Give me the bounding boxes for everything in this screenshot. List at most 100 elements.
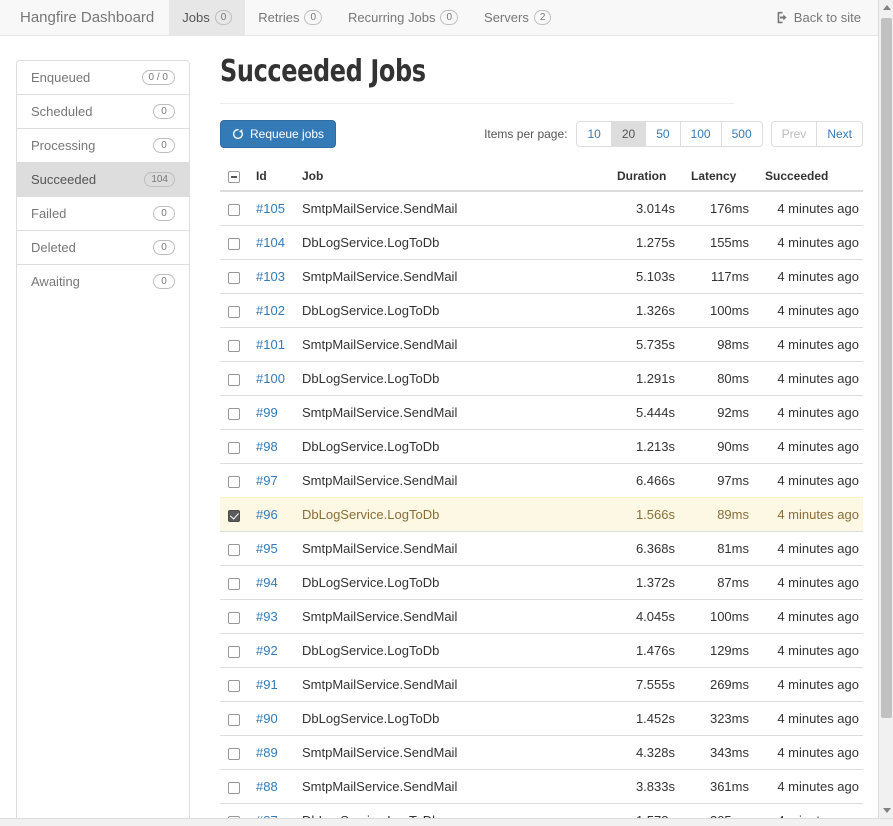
nav-tab-jobs[interactable]: Jobs 0 — [169, 0, 246, 35]
row-latency-cell: 176ms — [709, 201, 749, 216]
job-id-link[interactable]: #93 — [256, 609, 278, 624]
row-id-cell: #105 — [248, 191, 294, 226]
scrollbar-thumb[interactable] — [881, 18, 892, 718]
row-checkbox[interactable] — [228, 543, 240, 556]
top-prev-button[interactable]: Prev — [770, 120, 818, 148]
row-duration-cell: 1.452s — [609, 701, 683, 736]
table-row[interactable]: #101 SmtpMailService.SendMail 5.735s 98ms 4 … — [220, 327, 863, 362]
per-page-option-20[interactable]: 20 — [611, 120, 647, 148]
row-select-cell — [220, 395, 248, 430]
sidebar-item-processing[interactable]: Processing 0 — [17, 129, 189, 163]
per-page-option-100[interactable]: 100 — [680, 120, 722, 148]
job-id-link[interactable]: #89 — [256, 745, 278, 760]
job-id-link[interactable]: #97 — [256, 473, 278, 488]
table-row[interactable]: #103 SmtpMailService.SendMail 5.103s 117ms 4… — [220, 259, 863, 294]
sidebar-item-succeeded[interactable]: Succeeded 104 — [17, 163, 189, 197]
table-row[interactable]: #96 DbLogService.LogToDb 1.566s 89ms 4 minut… — [220, 497, 863, 532]
row-duration-cell: 3.833s — [609, 769, 683, 804]
job-id-link[interactable]: #104 — [256, 235, 285, 250]
job-id-link[interactable]: #94 — [256, 575, 278, 590]
table-row[interactable]: #104 DbLogService.LogToDb 1.275s 155ms 4 min… — [220, 225, 863, 260]
row-checkbox[interactable] — [228, 407, 240, 420]
job-id-link[interactable]: #96 — [256, 507, 278, 522]
table-row[interactable]: #95 SmtpMailService.SendMail 6.368s 81ms 4 m… — [220, 531, 863, 566]
sidebar-item-deleted[interactable]: Deleted 0 — [17, 231, 189, 265]
job-id-link[interactable]: #99 — [256, 405, 278, 420]
job-id-link[interactable]: #92 — [256, 643, 278, 658]
job-id-link[interactable]: #91 — [256, 677, 278, 692]
nav-tab-servers[interactable]: Servers 2 — [471, 0, 564, 35]
row-checkbox[interactable] — [228, 475, 240, 488]
table-row[interactable]: #92 DbLogService.LogToDb 1.476s 129ms 4 minu… — [220, 633, 863, 668]
row-checkbox[interactable] — [228, 237, 240, 250]
row-checkbox[interactable] — [228, 679, 240, 692]
job-id-link[interactable]: #105 — [256, 201, 285, 216]
table-row[interactable]: #98 DbLogService.LogToDb 1.213s 90ms 4 minut… — [220, 429, 863, 464]
per-page-option-50[interactable]: 50 — [646, 120, 681, 148]
job-id-link[interactable]: #98 — [256, 439, 278, 454]
nav-tab-recurring-jobs[interactable]: Recurring Jobs 0 — [335, 0, 471, 35]
table-row[interactable]: #105 SmtpMailService.SendMail 3.014s 176ms 4… — [220, 191, 863, 226]
table-row[interactable]: #93 SmtpMailService.SendMail 4.045s 100ms 4 … — [220, 599, 863, 634]
table-row[interactable]: #94 DbLogService.LogToDb 1.372s 87ms 4 minut… — [220, 565, 863, 600]
row-checkbox[interactable] — [228, 339, 240, 352]
job-id-link[interactable]: #90 — [256, 711, 278, 726]
row-checkbox[interactable] — [228, 713, 240, 726]
nav-tab-retries[interactable]: Retries 0 — [245, 0, 335, 35]
horizontal-scrollbar-track[interactable] — [0, 818, 893, 826]
scroll-down-arrow-icon[interactable] — [879, 803, 893, 818]
table-row[interactable]: #91 SmtpMailService.SendMail 7.555s 269ms 4 … — [220, 667, 863, 702]
sidebar-item-failed[interactable]: Failed 0 — [17, 197, 189, 231]
table-row[interactable]: #89 SmtpMailService.SendMail 4.328s 343ms 4 … — [220, 735, 863, 770]
select-all-checkbox[interactable] — [228, 170, 240, 183]
scroll-up-arrow-icon[interactable] — [879, 0, 893, 15]
row-succeeded-cell: 4 minutes ago — [757, 293, 863, 328]
job-id-link[interactable]: #88 — [256, 779, 278, 794]
top-next-button[interactable]: Next — [817, 120, 863, 148]
row-checkbox[interactable] — [228, 781, 240, 794]
per-page-option-10[interactable]: 10 — [576, 120, 612, 148]
job-id-link[interactable]: #100 — [256, 371, 285, 386]
table-row[interactable]: #99 SmtpMailService.SendMail 5.444s 92ms 4 m… — [220, 395, 863, 430]
job-id-link[interactable]: #95 — [256, 541, 278, 556]
sidebar-item-enqueued[interactable]: Enqueued 0 / 0 — [17, 61, 189, 95]
page-scrollbar[interactable] — [878, 0, 893, 818]
row-checkbox[interactable] — [228, 509, 240, 522]
brand-title[interactable]: Hangfire Dashboard — [0, 0, 169, 35]
sidebar-item-enqueued-label: Enqueued — [31, 70, 91, 85]
column-header-latency[interactable]: Latency — [683, 162, 757, 192]
row-checkbox[interactable] — [228, 203, 240, 216]
row-checkbox[interactable] — [228, 271, 240, 284]
table-row[interactable]: #100 DbLogService.LogToDb 1.291s 80ms 4 minu… — [220, 361, 863, 396]
column-header-duration[interactable]: Duration — [609, 162, 683, 192]
row-checkbox[interactable] — [228, 373, 240, 386]
requeue-jobs-button[interactable]: Requeue jobs — [220, 120, 337, 148]
row-checkbox[interactable] — [228, 611, 240, 624]
per-page-option-500[interactable]: 500 — [721, 120, 763, 148]
row-succeeded-cell: 4 minutes ago — [757, 225, 863, 260]
job-id-link[interactable]: #103 — [256, 269, 285, 284]
sidebar-item-scheduled[interactable]: Scheduled 0 — [17, 95, 189, 129]
column-header-id[interactable]: Id — [248, 162, 294, 192]
job-id-link[interactable]: #101 — [256, 337, 285, 352]
table-row[interactable]: #88 SmtpMailService.SendMail 3.833s 361ms 4 … — [220, 769, 863, 804]
table-row[interactable]: #90 DbLogService.LogToDb 1.452s 323ms 4 minu… — [220, 701, 863, 736]
row-checkbox[interactable] — [228, 441, 240, 454]
column-header-succeeded[interactable]: Succeeded — [757, 162, 863, 192]
row-checkbox[interactable] — [228, 645, 240, 658]
table-row[interactable]: #97 SmtpMailService.SendMail 6.466s 97ms 4 m… — [220, 463, 863, 498]
row-duration-cell: 6.368s — [609, 531, 683, 566]
row-id-cell: #98 — [248, 429, 294, 464]
top-prev-next-group: Prev Next — [770, 120, 863, 148]
row-latency-cell: 361ms — [683, 769, 757, 804]
back-to-site-link[interactable]: Back to site — [776, 10, 861, 25]
job-id-link[interactable]: #102 — [256, 303, 285, 318]
column-header-job[interactable]: Job — [294, 162, 609, 192]
row-id-cell: #102 — [248, 293, 294, 328]
sidebar-item-awaiting[interactable]: Awaiting 0 — [17, 265, 189, 298]
row-job-name-cell: DbLogService.LogToDb — [294, 701, 609, 736]
row-checkbox[interactable] — [228, 305, 240, 318]
row-checkbox[interactable] — [228, 747, 240, 760]
table-row[interactable]: #102 DbLogService.LogToDb 1.326s 100ms 4 min… — [220, 293, 863, 328]
row-checkbox[interactable] — [228, 577, 240, 590]
